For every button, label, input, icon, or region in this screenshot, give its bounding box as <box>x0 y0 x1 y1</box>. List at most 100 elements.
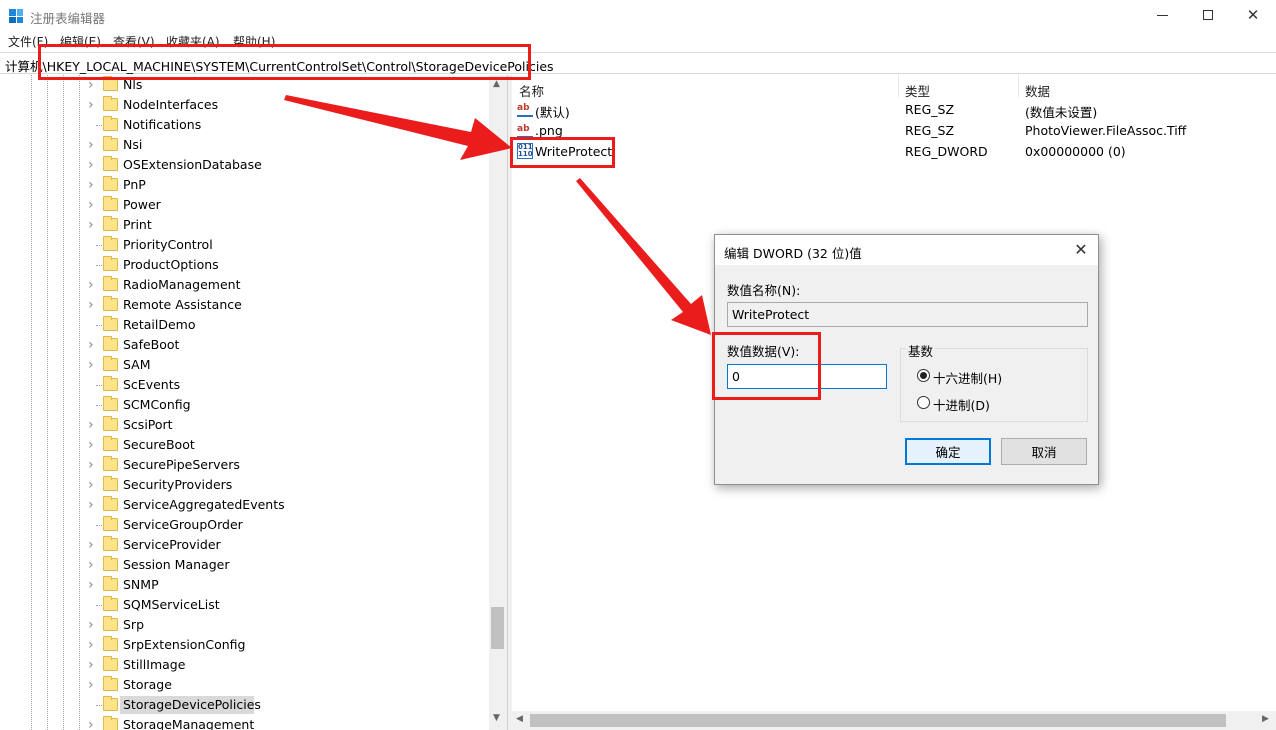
expand-chevron-icon[interactable]: › <box>88 198 98 212</box>
folder-icon <box>103 556 118 571</box>
key-tree-pane[interactable]: › Nls › NodeInterfaces Notifications › Nsi › OSE… <box>0 75 507 730</box>
scroll-right-icon[interactable]: ▶ <box>1262 714 1269 724</box>
tree-item[interactable]: › SecureBoot <box>0 435 489 455</box>
maximize-button[interactable] <box>1185 0 1231 30</box>
expand-chevron-icon[interactable]: › <box>88 558 98 572</box>
expand-chevron-icon[interactable]: › <box>88 458 98 472</box>
tree-item-label: StorageManagement <box>123 717 255 730</box>
tree-item[interactable]: RetailDemo <box>0 315 489 335</box>
tree-item-label: Remote Assistance <box>123 297 242 312</box>
tree-item-label: SecureBoot <box>123 437 195 452</box>
expand-chevron-icon[interactable]: › <box>88 178 98 192</box>
folder-icon <box>103 216 118 231</box>
expand-chevron-icon[interactable]: › <box>88 538 98 552</box>
dialog-close-icon[interactable]: ✕ <box>1067 239 1095 261</box>
cancel-button[interactable]: 取消 <box>1001 438 1087 465</box>
tree-item[interactable]: › ScsiPort <box>0 415 489 435</box>
value-row[interactable]: ab (默认) REG_SZ (数值未设置) <box>512 99 1276 120</box>
tree-item-selected[interactable]: StorageDevicePolicies <box>0 695 489 715</box>
tree-item[interactable]: › SecurePipeServers <box>0 455 489 475</box>
value-row[interactable]: ab .png REG_SZ PhotoViewer.FileAssoc.Tif… <box>512 120 1276 141</box>
tree-item[interactable]: › StorageManagement <box>0 715 489 730</box>
tree-item[interactable]: › Print <box>0 215 489 235</box>
radix-dec-radio[interactable] <box>917 396 930 409</box>
tree-item[interactable]: › Remote Assistance <box>0 295 489 315</box>
tree-scroll-thumb[interactable] <box>491 607 504 649</box>
expand-chevron-icon[interactable]: › <box>88 138 98 152</box>
scroll-down-icon[interactable]: ▼ <box>493 713 500 723</box>
folder-icon <box>103 596 118 611</box>
string-value-icon: ab <box>517 101 533 117</box>
tree-item[interactable]: Notifications <box>0 115 489 135</box>
tree-item[interactable]: ScEvents <box>0 375 489 395</box>
tree-item[interactable]: SQMServiceList <box>0 595 489 615</box>
tree-item[interactable]: › RadioManagement <box>0 275 489 295</box>
ok-button[interactable]: 确定 <box>905 438 991 465</box>
tree-item[interactable]: › Session Manager <box>0 555 489 575</box>
scroll-up-icon[interactable]: ▲ <box>493 79 500 89</box>
column-separator[interactable] <box>1018 75 1019 97</box>
tree-item-label: ProductOptions <box>123 257 219 272</box>
list-scroll-thumb[interactable] <box>530 714 1226 727</box>
expand-chevron-icon[interactable]: › <box>88 298 98 312</box>
expand-chevron-icon[interactable]: › <box>88 478 98 492</box>
radix-legend: 基数 <box>906 341 936 360</box>
folder-icon <box>103 696 118 711</box>
tree-item[interactable]: SCMConfig <box>0 395 489 415</box>
column-header-type[interactable]: 类型 <box>905 81 930 100</box>
folder-icon <box>103 656 118 671</box>
tree-item[interactable]: › ServiceAggregatedEvents <box>0 495 489 515</box>
tree-item[interactable]: › OSExtensionDatabase <box>0 155 489 175</box>
expand-chevron-icon[interactable]: › <box>88 358 98 372</box>
column-header-data[interactable]: 数据 <box>1025 81 1050 100</box>
tree-vertical-scrollbar[interactable]: ▲ ▼ <box>489 75 507 730</box>
expand-chevron-icon[interactable]: › <box>88 98 98 112</box>
expand-chevron-icon[interactable]: › <box>88 78 98 92</box>
tree-item[interactable]: › SAM <box>0 355 489 375</box>
tree-item[interactable]: ServiceGroupOrder <box>0 515 489 535</box>
tree-item[interactable]: PriorityControl <box>0 235 489 255</box>
expand-chevron-icon[interactable]: › <box>88 338 98 352</box>
tree-item[interactable]: › StillImage <box>0 655 489 675</box>
expand-chevron-icon[interactable]: › <box>88 578 98 592</box>
minimize-button[interactable] <box>1139 0 1185 30</box>
expand-chevron-icon[interactable]: › <box>88 718 98 730</box>
expand-chevron-icon[interactable]: › <box>88 638 98 652</box>
tree-item[interactable]: › SNMP <box>0 575 489 595</box>
tree-item[interactable]: › Nsi <box>0 135 489 155</box>
tree-item[interactable]: › SecurityProviders <box>0 475 489 495</box>
folder-icon <box>103 676 118 691</box>
expand-chevron-icon[interactable]: › <box>88 438 98 452</box>
tree-item[interactable]: › ServiceProvider <box>0 535 489 555</box>
expand-chevron-icon[interactable]: › <box>88 418 98 432</box>
tree-item-label: ScsiPort <box>123 417 173 432</box>
expand-chevron-icon[interactable]: › <box>88 158 98 172</box>
tree-item[interactable]: › NodeInterfaces <box>0 95 489 115</box>
expand-chevron-icon[interactable]: › <box>88 278 98 292</box>
list-horizontal-scrollbar[interactable]: ◀ ▶ <box>512 711 1276 730</box>
scroll-left-icon[interactable]: ◀ <box>516 714 523 724</box>
radix-hex-radio[interactable] <box>917 369 930 382</box>
expand-chevron-icon[interactable]: › <box>88 218 98 232</box>
expand-chevron-icon[interactable]: › <box>88 498 98 512</box>
tree-item[interactable]: › Storage <box>0 675 489 695</box>
tree-item[interactable]: › SafeBoot <box>0 335 489 355</box>
tree-item-label: Nsi <box>123 137 143 152</box>
tree-item[interactable]: › PnP <box>0 175 489 195</box>
tree-item[interactable]: › Power <box>0 195 489 215</box>
radix-hex-label[interactable]: 十六进制(H) <box>933 368 1002 387</box>
column-header-name[interactable]: 名称 <box>519 81 544 100</box>
expand-chevron-icon[interactable]: › <box>88 658 98 672</box>
expand-chevron-icon[interactable]: › <box>88 678 98 692</box>
tree-item[interactable]: ProductOptions <box>0 255 489 275</box>
value-row-writeprotect[interactable]: 011 110 WriteProtect REG_DWORD 0x00000000… <box>512 141 1276 162</box>
value-data: (数值未设置) <box>1025 105 1098 120</box>
radix-dec-label[interactable]: 十进制(D) <box>933 395 990 414</box>
tree-guide-line <box>31 75 32 730</box>
tree-item[interactable]: › SrpExtensionConfig <box>0 635 489 655</box>
folder-icon <box>103 296 118 311</box>
column-separator[interactable] <box>898 75 899 97</box>
expand-chevron-icon[interactable]: › <box>88 618 98 632</box>
close-button[interactable]: ✕ <box>1230 0 1276 30</box>
tree-item[interactable]: › Srp <box>0 615 489 635</box>
